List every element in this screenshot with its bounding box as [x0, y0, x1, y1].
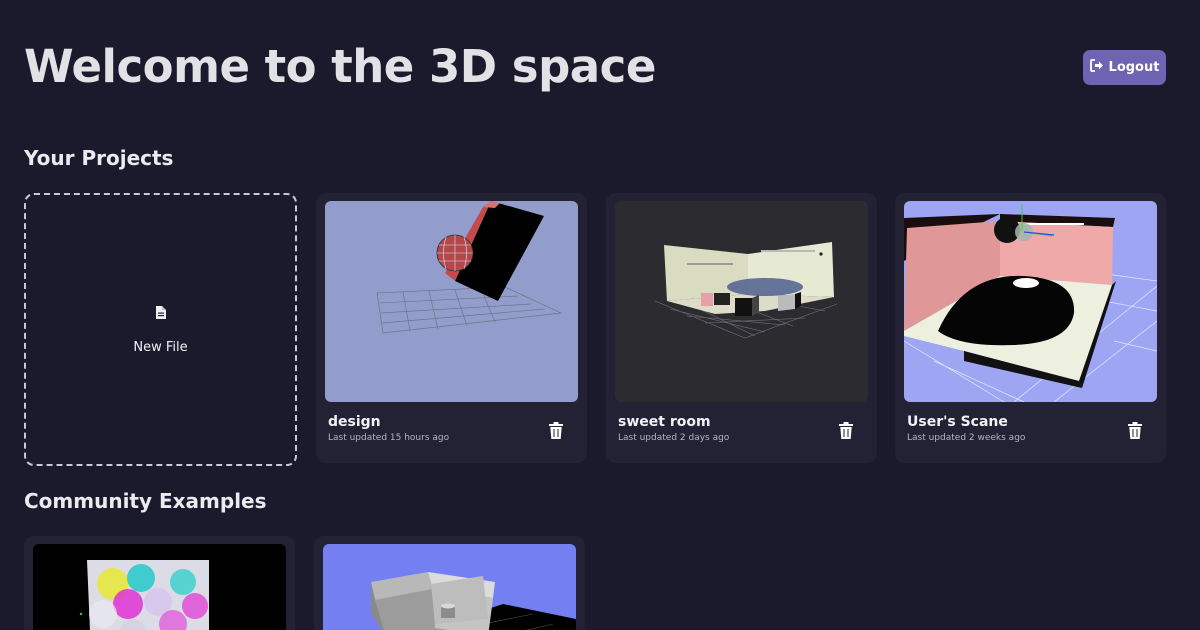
logout-label: Logout	[1108, 60, 1160, 75]
logout-button[interactable]: Logout	[1083, 50, 1166, 85]
community-thumbnail[interactable]	[323, 544, 576, 630]
project-name: design	[328, 414, 381, 430]
community-card[interactable]	[314, 536, 585, 630]
projects-section-title: Your Projects	[24, 146, 174, 170]
project-thumbnail[interactable]	[325, 201, 578, 402]
community-section-title: Community Examples	[24, 489, 267, 513]
project-card-sweet-room[interactable]: sweet room Last updated 2 days ago	[606, 193, 877, 463]
community-card[interactable]	[24, 536, 295, 630]
sign-out-icon	[1089, 59, 1104, 76]
project-thumbnail[interactable]	[615, 201, 868, 402]
community-thumbnail[interactable]	[33, 544, 286, 630]
project-name: sweet room	[618, 414, 711, 430]
project-card-users-scane[interactable]: User's Scane Last updated 2 weeks ago	[895, 193, 1166, 463]
project-name: User's Scane	[907, 414, 1008, 430]
trash-icon[interactable]	[548, 422, 564, 440]
page-title: Welcome to the 3D space	[24, 40, 656, 93]
project-updated: Last updated 2 days ago	[618, 433, 730, 443]
new-file-label: New File	[133, 339, 188, 355]
project-updated: Last updated 15 hours ago	[328, 433, 450, 443]
project-thumbnail[interactable]	[904, 201, 1157, 402]
project-updated: Last updated 2 weeks ago	[907, 433, 1026, 443]
trash-icon[interactable]	[838, 422, 854, 440]
project-card-design[interactable]: design Last updated 15 hours ago	[316, 193, 587, 463]
trash-icon[interactable]	[1127, 422, 1143, 440]
new-file-card[interactable]: New File	[24, 193, 297, 466]
file-icon	[155, 305, 167, 324]
